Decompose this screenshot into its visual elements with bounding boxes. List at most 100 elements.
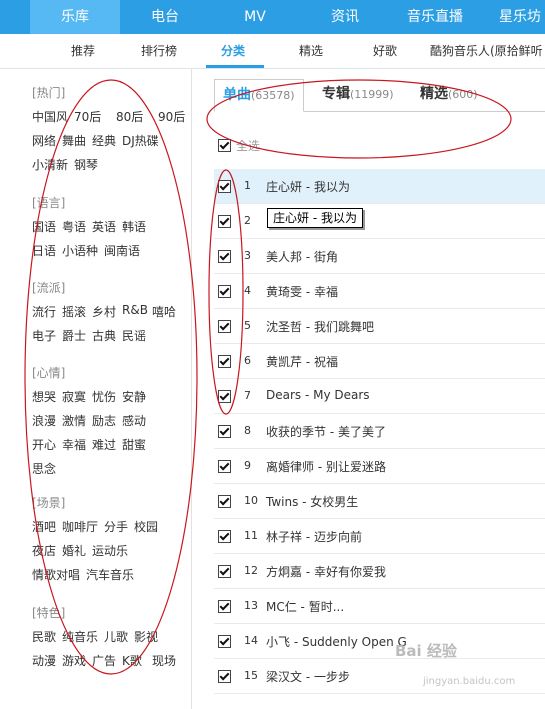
category-tag[interactable]: 咖啡厅 <box>62 518 98 535</box>
category-tag[interactable]: 忧伤 <box>92 388 116 405</box>
song-checkbox[interactable] <box>218 250 231 263</box>
sub-nav-charts[interactable]: 排行榜 <box>141 34 177 68</box>
song-checkbox[interactable] <box>218 600 231 613</box>
song-title[interactable]: 离婚律师 - 别让爱迷路 <box>266 458 386 475</box>
category-tag[interactable]: 70后 <box>74 108 101 125</box>
category-tag[interactable]: 爵士 <box>62 327 86 344</box>
song-row[interactable]: 8 收获的季节 - 美了美了 <box>214 414 545 449</box>
top-nav-music-library[interactable]: 乐库 <box>30 0 120 34</box>
category-tag[interactable]: 励志 <box>92 412 116 429</box>
song-title[interactable]: 小飞 - Suddenly Open G <box>266 633 407 650</box>
category-tag[interactable]: 情歌对唱 <box>32 566 80 583</box>
category-tag[interactable]: 舞曲 <box>62 132 86 149</box>
song-checkbox[interactable] <box>218 180 231 193</box>
tab-featured[interactable]: 精选(600) <box>412 79 486 110</box>
song-title[interactable]: 收获的季节 - 美了美了 <box>266 423 386 440</box>
category-tag[interactable]: 感动 <box>122 412 146 429</box>
category-tag[interactable]: 儿歌 <box>104 628 128 645</box>
select-all-checkbox[interactable] <box>218 139 231 152</box>
song-row[interactable]: 9 离婚律师 - 别让爱迷路 <box>214 449 545 484</box>
top-nav-radio[interactable]: 电台 <box>120 0 210 34</box>
top-nav-star-workshop[interactable]: 星乐坊 <box>480 0 545 34</box>
tab-singles[interactable]: 单曲(63578) <box>214 79 304 112</box>
sub-nav-recommend[interactable]: 推荐 <box>71 34 95 68</box>
song-title[interactable]: 沈圣哲 - 我们跳舞吧 <box>266 318 374 335</box>
category-tag[interactable]: 影视 <box>134 628 158 645</box>
category-tag[interactable]: 校园 <box>134 518 158 535</box>
song-title[interactable]: 黄凯芹 - 祝福 <box>266 353 338 370</box>
category-tag[interactable]: 民歌 <box>32 628 56 645</box>
category-tag[interactable]: 流行 <box>32 303 56 320</box>
category-tag[interactable]: 游戏 <box>62 652 86 669</box>
sub-nav-category[interactable]: 分类 <box>221 34 245 68</box>
song-row[interactable]: 5 沈圣哲 - 我们跳舞吧 <box>214 309 545 344</box>
category-tag[interactable]: 中国风 <box>32 108 68 125</box>
song-checkbox[interactable] <box>218 530 231 543</box>
category-tag[interactable]: 分手 <box>104 518 128 535</box>
category-tag[interactable]: 甜蜜 <box>122 436 146 453</box>
category-tag[interactable]: 难过 <box>92 436 116 453</box>
song-title[interactable]: MC仁 - 暂时... <box>266 598 344 615</box>
category-tag[interactable]: 民谣 <box>122 327 146 344</box>
category-tag[interactable]: 古典 <box>92 327 116 344</box>
song-title[interactable]: Twins - 女校男生 <box>266 493 358 510</box>
category-tag[interactable]: 开心 <box>32 436 56 453</box>
song-checkbox[interactable] <box>218 495 231 508</box>
song-row[interactable]: 7 Dears - My Dears <box>214 379 545 414</box>
select-all-label[interactable]: 全选 <box>236 137 260 154</box>
category-tag[interactable]: 酒吧 <box>32 518 56 535</box>
top-nav-news[interactable]: 资讯 <box>300 0 390 34</box>
category-tag[interactable]: 粤语 <box>62 218 86 235</box>
song-title[interactable]: 美人邦 - 街角 <box>266 248 338 265</box>
song-title[interactable]: 方炯嘉 - 幸好有你爱我 <box>266 563 386 580</box>
song-checkbox[interactable] <box>218 460 231 473</box>
category-tag[interactable]: 寂寞 <box>62 388 86 405</box>
category-tag[interactable]: 动漫 <box>32 652 56 669</box>
sub-nav-good-songs[interactable]: 好歌 <box>373 34 397 68</box>
song-title[interactable]: 黄琦雯 - 幸福 <box>266 283 338 300</box>
category-tag[interactable]: 80后 <box>116 108 143 125</box>
category-tag[interactable]: 国语 <box>32 218 56 235</box>
top-nav-live[interactable]: 音乐直播 <box>390 0 480 34</box>
category-tag[interactable]: 汽车音乐 <box>86 566 134 583</box>
category-tag[interactable]: 激情 <box>62 412 86 429</box>
category-tag[interactable]: 嘻哈 <box>152 303 176 320</box>
category-tag[interactable]: 摇滚 <box>62 303 86 320</box>
category-tag[interactable]: 纯音乐 <box>62 628 98 645</box>
song-row[interactable]: 13 MC仁 - 暂时... <box>214 589 545 624</box>
song-checkbox[interactable] <box>218 390 231 403</box>
category-tag[interactable]: 安静 <box>122 388 146 405</box>
song-title[interactable]: Dears - My Dears <box>266 388 370 402</box>
song-row[interactable]: 12 方炯嘉 - 幸好有你爱我 <box>214 554 545 589</box>
song-row[interactable]: 10 Twins - 女校男生 <box>214 484 545 519</box>
category-tag[interactable]: 浪漫 <box>32 412 56 429</box>
sub-nav-selected[interactable]: 精选 <box>299 34 323 68</box>
song-checkbox[interactable] <box>218 215 231 228</box>
category-tag[interactable]: 婚礼 <box>62 542 86 559</box>
song-title[interactable]: 林子祥 - 迈步向前 <box>266 528 362 545</box>
sub-nav-musician[interactable]: 酷狗音乐人(原拾鲜听 <box>430 34 543 68</box>
song-row[interactable]: 2 <box>214 204 545 239</box>
category-tag[interactable]: 小语种 <box>62 242 98 259</box>
category-tag[interactable]: R&B <box>122 303 148 317</box>
song-checkbox[interactable] <box>218 635 231 648</box>
category-tag[interactable]: 韩语 <box>122 218 146 235</box>
category-tag[interactable]: 网络 <box>32 132 56 149</box>
category-tag[interactable]: 90后 <box>158 108 185 125</box>
song-checkbox[interactable] <box>218 565 231 578</box>
song-title[interactable]: 庄心妍 - 我以为 <box>266 178 350 195</box>
song-checkbox[interactable] <box>218 285 231 298</box>
song-title[interactable]: 梁汉文 - 一步步 <box>266 668 350 685</box>
song-row[interactable]: 4 黄琦雯 - 幸福 <box>214 274 545 309</box>
song-checkbox[interactable] <box>218 425 231 438</box>
category-tag[interactable]: 电子 <box>32 327 56 344</box>
category-tag[interactable]: 运动乐 <box>92 542 128 559</box>
song-checkbox[interactable] <box>218 320 231 333</box>
song-checkbox[interactable] <box>218 355 231 368</box>
category-tag[interactable]: 英语 <box>92 218 116 235</box>
song-row[interactable]: 11 林子祥 - 迈步向前 <box>214 519 545 554</box>
song-checkbox[interactable] <box>218 670 231 683</box>
song-row[interactable]: 1 庄心妍 - 我以为 <box>214 169 545 204</box>
top-nav-mv[interactable]: MV <box>210 0 300 34</box>
category-tag[interactable]: 现场 <box>152 652 176 669</box>
